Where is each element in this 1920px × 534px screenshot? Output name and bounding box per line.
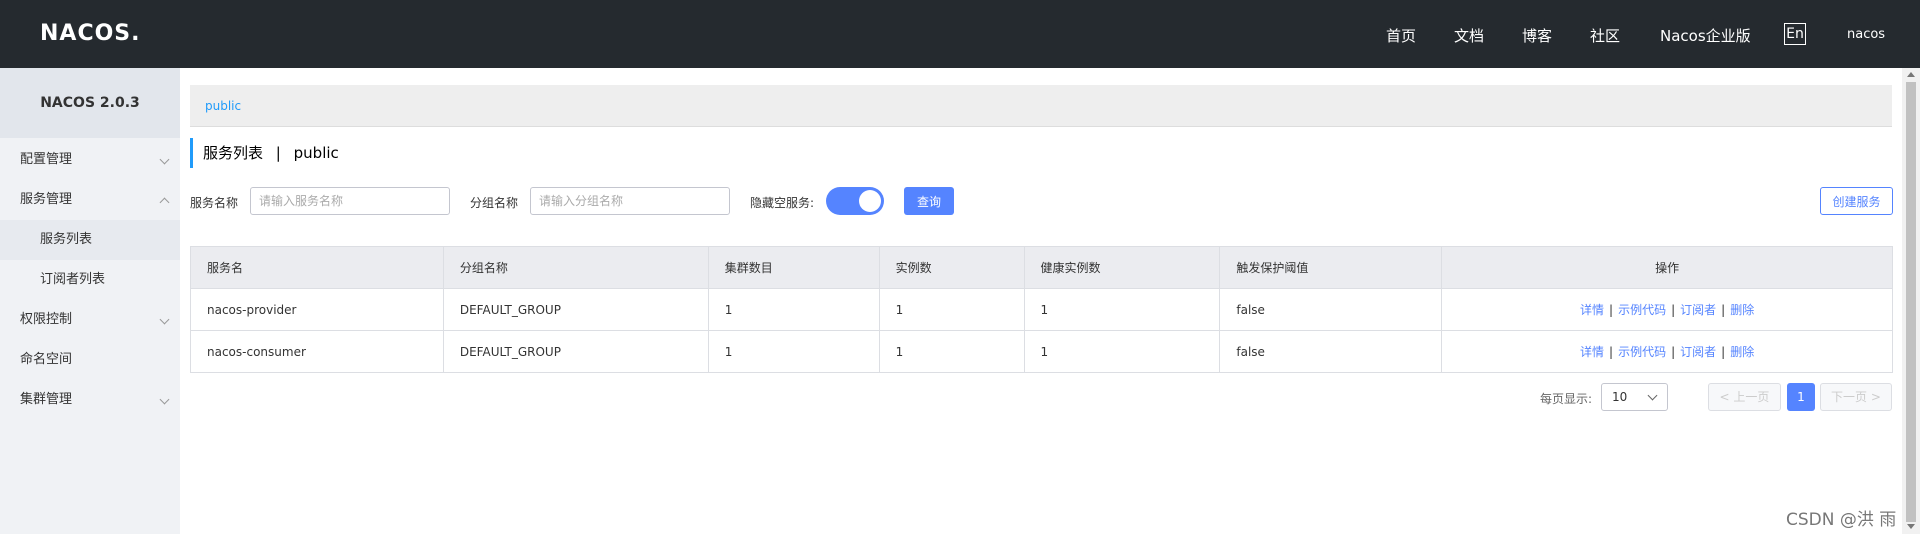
prev-page-button[interactable]: < 上一页 — [1708, 383, 1781, 411]
col-cluster-count: 集群数目 — [707, 246, 880, 289]
cell-instances: 1 — [878, 330, 1025, 373]
create-service-button[interactable]: 创建服务 — [1820, 187, 1893, 215]
chevron-down-icon — [159, 314, 170, 325]
action-separator: | — [1721, 303, 1726, 317]
group-name-input[interactable] — [530, 187, 730, 215]
sidebar-item-service-management[interactable]: 服务管理 — [0, 180, 180, 220]
hide-empty-toggle[interactable] — [826, 187, 884, 215]
service-table: 服务名 分组名称 集群数目 实例数 健康实例数 触发保护阈值 操作 nacos-… — [190, 246, 1893, 373]
sidebar-item-label: 命名空间 — [20, 352, 73, 367]
sidebar-item-label: 配置管理 — [20, 152, 73, 167]
scroll-down-arrow-icon[interactable] — [1907, 524, 1915, 529]
chevron-down-icon — [1647, 390, 1658, 401]
col-instance-count: 实例数 — [878, 246, 1025, 289]
sidebar-item-label: 权限控制 — [20, 312, 73, 327]
col-actions: 操作 — [1441, 246, 1893, 289]
table-row: nacos-consumer DEFAULT_GROUP 1 1 1 false… — [190, 330, 1893, 373]
subscriber-link[interactable]: 订阅者 — [1680, 303, 1716, 317]
cell-service-name: nacos-provider — [190, 288, 444, 331]
next-page-button[interactable]: 下一页 > — [1820, 383, 1892, 411]
page-size-value: 10 — [1612, 390, 1628, 404]
col-threshold: 触发保护阈值 — [1219, 246, 1443, 289]
action-separator: | — [1609, 303, 1614, 317]
sidebar-item-service-list[interactable]: 服务列表 — [0, 220, 180, 260]
scroll-up-arrow-icon[interactable] — [1907, 72, 1915, 77]
delete-link[interactable]: 删除 — [1730, 303, 1754, 317]
chevron-down-icon — [159, 394, 170, 405]
group-name-label: 分组名称 — [470, 196, 519, 210]
sidebar-item-label: 订阅者列表 — [40, 272, 106, 287]
cell-group: DEFAULT_GROUP — [442, 288, 709, 331]
service-name-label: 服务名称 — [190, 196, 239, 210]
cell-actions: 详情 | 示例代码 | 订阅者 | 删除 — [1441, 288, 1893, 331]
chevron-right-icon: > — [1867, 390, 1881, 404]
nacos-logo[interactable]: NACOS. — [40, 21, 141, 46]
sample-code-link[interactable]: 示例代码 — [1618, 303, 1666, 317]
table-row: nacos-provider DEFAULT_GROUP 1 1 1 false… — [190, 288, 1893, 331]
nav-enterprise[interactable]: Nacos企业版 — [1660, 25, 1751, 46]
cell-threshold: false — [1219, 288, 1443, 331]
cell-actions: 详情 | 示例代码 | 订阅者 | 删除 — [1441, 330, 1893, 373]
cell-healthy: 1 — [1023, 288, 1221, 331]
service-name-input[interactable] — [250, 187, 450, 215]
cell-healthy: 1 — [1023, 330, 1221, 373]
col-service-name: 服务名 — [190, 246, 444, 289]
page-size-label: 每页显示: — [1540, 392, 1593, 406]
chevron-down-icon — [159, 154, 170, 165]
sidebar-item-label: 集群管理 — [20, 392, 73, 407]
cell-group: DEFAULT_GROUP — [442, 330, 709, 373]
subscriber-link[interactable]: 订阅者 — [1680, 345, 1716, 359]
delete-link[interactable]: 删除 — [1730, 345, 1754, 359]
action-separator: | — [1671, 303, 1676, 317]
cell-clusters: 1 — [707, 330, 880, 373]
cell-instances: 1 — [878, 288, 1025, 331]
sidebar-item-access-control[interactable]: 权限控制 — [0, 300, 180, 340]
breadcrumb: public — [190, 85, 1892, 127]
cell-service-name: nacos-consumer — [190, 330, 444, 373]
watermark: CSDN @洪 雨 — [1786, 510, 1897, 530]
action-separator: | — [1609, 345, 1614, 359]
sidebar: NACOS 2.0.3 配置管理 服务管理 服务列表 订阅者列表 权限控制 命名… — [0, 68, 180, 534]
breadcrumb-namespace-link[interactable]: public — [205, 99, 241, 113]
prev-page-label: 上一页 — [1733, 390, 1770, 404]
table-header-row: 服务名 分组名称 集群数目 实例数 健康实例数 触发保护阈值 操作 — [190, 246, 1893, 289]
next-page-label: 下一页 — [1831, 390, 1868, 404]
nav-home[interactable]: 首页 — [1386, 25, 1416, 46]
chevron-up-icon — [159, 197, 170, 208]
sample-code-link[interactable]: 示例代码 — [1618, 345, 1666, 359]
page-number-current[interactable]: 1 — [1787, 383, 1815, 411]
page-title-namespace: public — [293, 144, 339, 162]
sidebar-item-namespace[interactable]: 命名空间 — [0, 340, 180, 380]
cell-clusters: 1 — [707, 288, 880, 331]
page-size-select[interactable]: 10 — [1601, 383, 1668, 411]
sidebar-item-subscriber-list[interactable]: 订阅者列表 — [0, 260, 180, 300]
language-switch-button[interactable]: En — [1784, 23, 1806, 45]
nav-community[interactable]: 社区 — [1590, 25, 1620, 46]
detail-link[interactable]: 详情 — [1580, 345, 1604, 359]
title-separator: | — [275, 144, 281, 162]
hide-empty-label: 隐藏空服务: — [750, 196, 815, 210]
nav-blog[interactable]: 博客 — [1522, 25, 1552, 46]
top-navbar: NACOS. 首页 文档 博客 社区 Nacos企业版 En nacos — [0, 0, 1920, 68]
user-menu[interactable]: nacos — [1847, 27, 1885, 42]
sidebar-item-label: 服务管理 — [20, 192, 73, 207]
sidebar-item-config[interactable]: 配置管理 — [0, 140, 180, 180]
page-title: 服务列表 | public — [190, 138, 339, 168]
nav-docs[interactable]: 文档 — [1454, 25, 1484, 46]
scrollbar-thumb[interactable] — [1906, 82, 1916, 522]
chevron-left-icon: < — [1719, 390, 1734, 404]
detail-link[interactable]: 详情 — [1580, 303, 1604, 317]
cell-threshold: false — [1219, 330, 1443, 373]
action-separator: | — [1671, 345, 1676, 359]
col-healthy-count: 健康实例数 — [1023, 246, 1221, 289]
col-group-name: 分组名称 — [442, 246, 709, 289]
page-title-text: 服务列表 — [203, 144, 264, 162]
sidebar-item-cluster[interactable]: 集群管理 — [0, 380, 180, 420]
sidebar-version-title: NACOS 2.0.3 — [0, 68, 180, 138]
toggle-knob — [859, 190, 881, 212]
action-separator: | — [1721, 345, 1726, 359]
query-button[interactable]: 查询 — [904, 187, 954, 215]
sidebar-item-label: 服务列表 — [40, 232, 93, 247]
